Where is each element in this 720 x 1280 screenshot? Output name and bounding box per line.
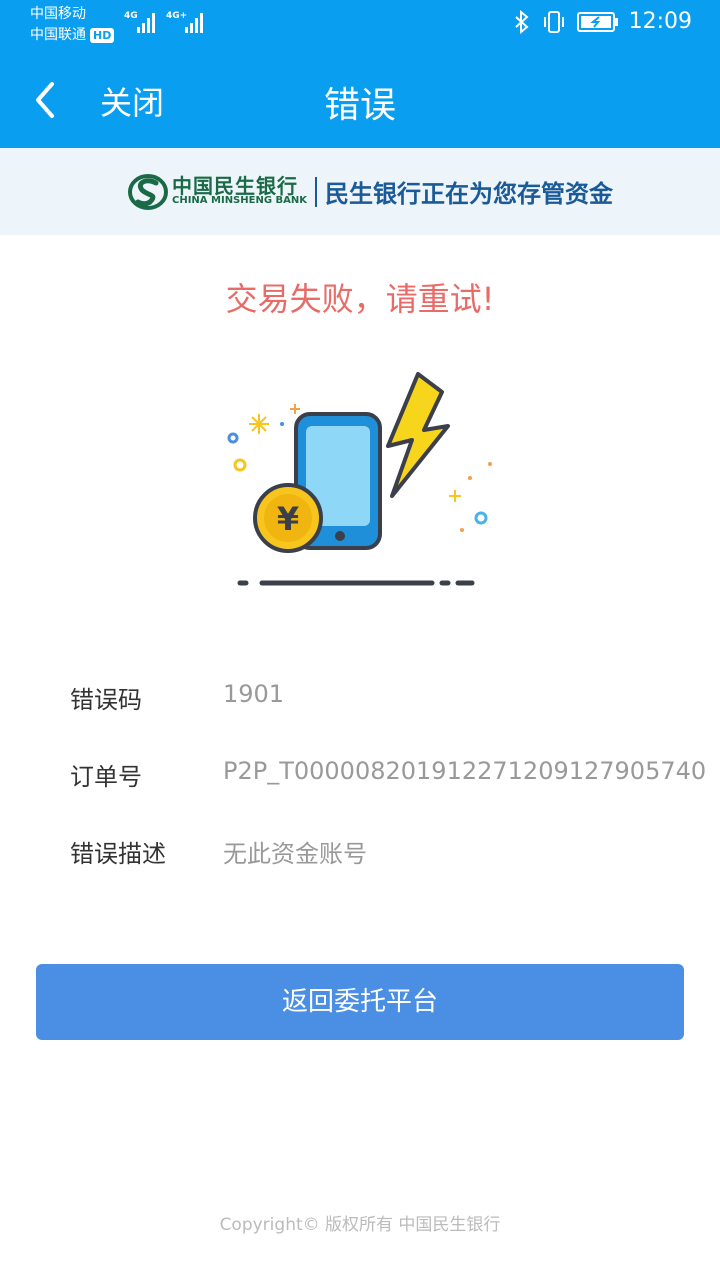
- status-bar: 中国移动 中国联通 HD 4G 4G+ 12:09: [0, 0, 720, 48]
- page-title: 错误: [323, 85, 396, 126]
- bluetooth-icon: [514, 9, 529, 34]
- clock: 12:09: [628, 9, 692, 34]
- order-number-value: P2P_T00000820191227120912790574​0: [223, 757, 707, 785]
- minsheng-logo-icon: [128, 174, 168, 210]
- order-number-label: 订单号: [70, 763, 142, 791]
- carrier-info: 中国移动 中国联通 HD: [30, 4, 115, 46]
- battery-icon: [576, 11, 618, 32]
- svg-text:¥: ¥: [277, 500, 299, 538]
- error-code-value: 1901: [223, 680, 285, 708]
- bank-name-en: CHINA MINSHENG BANK: [172, 195, 307, 206]
- error-description-label: 错误描述: [70, 840, 166, 868]
- error-description-value: 无此资金账号: [223, 840, 367, 868]
- bank-banner: 中国民生银行 CHINA MINSHENG BANK 民生银行正在为您存管资金: [0, 148, 720, 235]
- hd-badge: HD: [90, 27, 115, 43]
- carrier-2: 中国联通: [30, 27, 86, 43]
- banner-slogan: 民生银行正在为您存管资金: [325, 180, 613, 208]
- signal-2-icon: [185, 13, 203, 33]
- carrier-1: 中国移动: [30, 6, 86, 22]
- error-message: 交易失败，请重试!: [225, 280, 495, 318]
- return-to-platform-button[interactable]: 返回委托平台: [36, 964, 684, 1040]
- vibrate-icon: [543, 10, 564, 33]
- copyright-footer: Copyright© 版权所有 中国民生银行: [219, 1215, 501, 1235]
- banner-divider: [315, 177, 317, 207]
- phone-lightning-yuan-icon: ¥: [227, 372, 492, 586]
- signal-1-icon: [137, 13, 155, 33]
- nav-bar: 关闭 错误: [0, 48, 720, 148]
- error-code-label: 错误码: [70, 686, 142, 714]
